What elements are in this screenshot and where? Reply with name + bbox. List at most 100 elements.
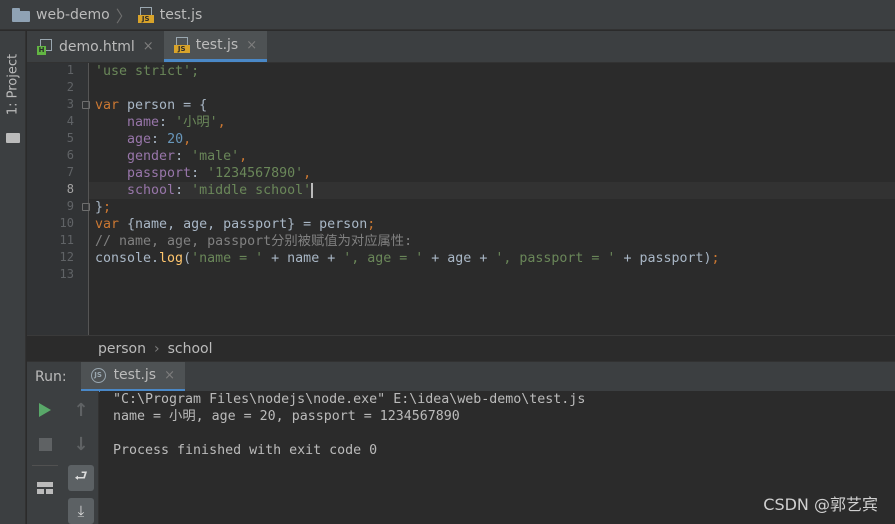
structure-item-person[interactable]: person [98, 341, 146, 357]
run-icon [39, 403, 51, 417]
code-token: {name, age, passport} = person [119, 217, 368, 232]
code-line[interactable]: }; [95, 199, 111, 216]
code-token: var [95, 217, 120, 232]
code-token: name [95, 115, 160, 130]
tab-demo-html[interactable]: H demo.html × [27, 31, 164, 62]
code-line[interactable]: school: 'middle school' [95, 182, 314, 199]
code-token: + passport) [615, 251, 712, 266]
code-token: 'middle school' [191, 183, 312, 198]
line-number: 4 [66, 114, 74, 128]
code-token: // name, age, passport分别被赋值为对应属性: [95, 234, 413, 249]
code-token: gender [95, 149, 176, 164]
line-number: 5 [66, 131, 74, 145]
js-file-icon: JS [173, 37, 190, 53]
watermark: CSDN @郭艺宾 [763, 495, 878, 514]
fold-marker-icon[interactable] [82, 101, 90, 109]
line-number-gutter: 1 2 3 4 5 6 7 8 9 10 11 12 13 [27, 63, 90, 335]
fold-marker-icon[interactable] [82, 203, 90, 211]
code-token: + age + [423, 251, 496, 266]
toolbar-divider [32, 465, 58, 466]
code-line[interactable]: console.log('name = ' + name + ', age = … [95, 250, 720, 267]
project-folder-icon [6, 133, 20, 143]
code-line[interactable]: gender: 'male', [95, 148, 247, 165]
code-token: var [95, 98, 120, 113]
soft-wrap-button[interactable]: ⮐ [68, 465, 94, 491]
js-file-icon: JS [137, 6, 154, 23]
rerun-button[interactable] [32, 397, 58, 423]
code-line[interactable]: // name, age, passport分别被赋值为对应属性: [95, 233, 412, 250]
code-editor[interactable]: 1 2 3 4 5 6 7 8 9 10 11 12 13 'use strict'; var perso… [27, 63, 895, 335]
breadcrumb-file[interactable]: test.js [160, 7, 203, 23]
tab-label: test.js [195, 37, 239, 53]
tab-label: demo.html [59, 38, 135, 55]
code-token: , [217, 115, 226, 130]
left-tool-stripe: 1: Project [0, 31, 26, 524]
code-line[interactable]: age: 20, [95, 131, 191, 148]
scroll-to-end-button[interactable]: ⤓ [68, 498, 94, 524]
code-token: : [159, 115, 176, 130]
run-toolbar: ↑ ↓ ⮐ ⤓ [27, 391, 99, 524]
code-token: ', age = ' [343, 251, 424, 266]
line-number: 9 [66, 199, 74, 213]
code-line[interactable]: var {name, age, passport} = person; [95, 216, 375, 233]
line-number: 13 [59, 267, 74, 281]
folder-icon [12, 7, 30, 22]
code-token: , [303, 166, 312, 181]
up-button[interactable]: ↑ [68, 397, 94, 423]
layout-icon [37, 482, 53, 494]
line-number: 1 [66, 63, 74, 77]
navigation-bar: web-demo 〉 JS test.js [0, 0, 895, 30]
down-button[interactable]: ↓ [68, 431, 94, 457]
code-token: ', passport = ' [495, 251, 616, 266]
code-token: 'use strict'; [95, 64, 200, 79]
code-token: ( [183, 251, 192, 266]
code-line[interactable]: var person = { [95, 97, 207, 114]
scroll-to-end-icon: ⤓ [77, 502, 85, 520]
code-line[interactable]: 'use strict'; [95, 63, 199, 80]
restore-layout-button[interactable] [32, 475, 58, 501]
code-token: } [95, 200, 104, 215]
close-icon[interactable]: × [246, 38, 257, 53]
line-number: 10 [59, 216, 74, 230]
code-token: : [151, 132, 168, 147]
breadcrumb-project[interactable]: web-demo [36, 7, 110, 23]
text-caret [311, 182, 314, 198]
structure-item-school[interactable]: school [168, 341, 213, 357]
up-icon: ↑ [73, 399, 89, 421]
close-icon[interactable]: × [164, 368, 175, 383]
run-window-header: Run: JS test.js × [27, 361, 895, 392]
line-number: 8 [66, 182, 74, 196]
code-token: '小明' [175, 115, 218, 130]
code-line[interactable]: name: '小明', [95, 114, 226, 131]
line-number: 12 [59, 250, 74, 264]
html-file-icon: H [37, 38, 53, 55]
code-token: : [175, 183, 192, 198]
soft-wrap-icon: ⮐ [74, 466, 88, 485]
code-token: '1234567890' [207, 166, 304, 181]
code-token: person = { [119, 98, 208, 113]
line-number: 7 [66, 165, 74, 179]
line-number: 11 [59, 233, 74, 247]
down-icon: ↓ [73, 433, 89, 455]
code-token: school [95, 183, 176, 198]
tab-test-js[interactable]: JS test.js × [163, 31, 268, 62]
code-token: : [191, 166, 208, 181]
code-token: ; [367, 217, 376, 232]
code-token: age [95, 132, 152, 147]
run-tab-test-js[interactable]: JS test.js × [80, 361, 185, 392]
close-icon[interactable]: × [143, 39, 154, 54]
breadcrumb-separator: 〉 [115, 6, 132, 26]
line-number: 6 [66, 148, 74, 162]
console-line: Process finished with exit code 0 [113, 443, 378, 458]
stop-button[interactable] [32, 431, 58, 457]
code-area[interactable]: 'use strict'; var person = { name: '小明', … [95, 63, 895, 335]
stop-icon [38, 437, 52, 451]
code-line[interactable]: passport: '1234567890', [95, 165, 311, 182]
console-line: "C:\Program Files\nodejs\node.exe" E:\id… [113, 392, 586, 407]
console-line: name = 小明, age = 20, passport = 12345678… [113, 409, 460, 424]
structure-separator: › [154, 340, 160, 357]
project-tool-button[interactable]: 1: Project [3, 41, 23, 151]
code-token: , [183, 132, 192, 147]
line-number: 2 [66, 80, 74, 94]
code-token: 'male' [191, 149, 240, 164]
